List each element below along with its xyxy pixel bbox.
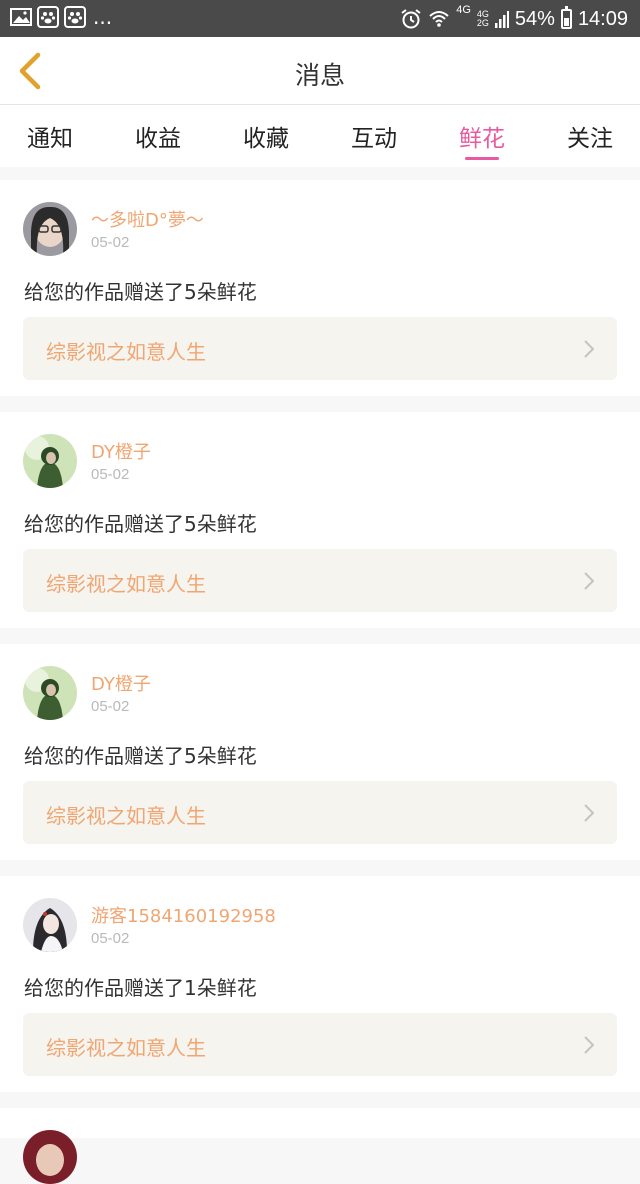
- work-title: 综影视之如意人生: [46, 572, 206, 596]
- more-notifications-indicator: ...: [93, 5, 113, 29]
- message-card: ～多啦D°夢～ 05-02 给您的作品赠送了5朵鲜花 综影视之如意人生: [0, 180, 640, 396]
- title-bar: 消息: [0, 37, 640, 105]
- tab-earnings[interactable]: 收益: [113, 119, 203, 153]
- message-card: DY橙子 05-02 给您的作品赠送了5朵鲜花 综影视之如意人生: [0, 644, 640, 860]
- message-card: 游客1584160192958 05-02 给您的作品赠送了1朵鲜花 综影视之如…: [0, 876, 640, 1092]
- avatar[interactable]: [23, 898, 77, 952]
- battery-percent: 54%: [514, 7, 555, 30]
- message-date: 05-02: [91, 234, 130, 251]
- work-title: 综影视之如意人生: [46, 804, 206, 828]
- message-date: 05-02: [91, 698, 130, 715]
- status-bar: ... 4G 4G 2G 54% 14:09: [0, 0, 640, 37]
- work-link[interactable]: 综影视之如意人生: [23, 317, 617, 380]
- signal-strength-icon: [494, 11, 509, 28]
- chevron-right-icon: [584, 804, 595, 822]
- message-text: 给您的作品赠送了5朵鲜花: [24, 280, 257, 304]
- message-date: 05-02: [91, 930, 130, 947]
- sender-name[interactable]: DY橙子: [91, 670, 151, 696]
- chevron-right-icon: [584, 340, 595, 358]
- network-4g-label: 4G: [456, 4, 471, 16]
- avatar[interactable]: [23, 666, 77, 720]
- message-text: 给您的作品赠送了5朵鲜花: [24, 744, 257, 768]
- tab-bar: 通知 收益 收藏 互动 鲜花 关注: [0, 105, 640, 167]
- work-title: 综影视之如意人生: [46, 340, 206, 364]
- work-link[interactable]: 综影视之如意人生: [23, 781, 617, 844]
- tab-notifications[interactable]: 通知: [5, 119, 95, 153]
- message-text: 给您的作品赠送了1朵鲜花: [24, 976, 257, 1000]
- tab-favorites[interactable]: 收藏: [221, 119, 311, 153]
- chevron-right-icon: [584, 572, 595, 590]
- paw-app-notification-icon: [37, 6, 59, 28]
- sender-name[interactable]: 游客1584160192958: [91, 902, 276, 928]
- dual-sim-network-indicator: 4G 2G: [477, 10, 489, 28]
- message-card: DY橙子 05-02 给您的作品赠送了5朵鲜花 综影视之如意人生: [0, 412, 640, 628]
- work-link[interactable]: 综影视之如意人生: [23, 1013, 617, 1076]
- work-link[interactable]: 综影视之如意人生: [23, 549, 617, 612]
- avatar[interactable]: [23, 202, 77, 256]
- image-notification-icon: [10, 8, 32, 26]
- message-text: 给您的作品赠送了5朵鲜花: [24, 512, 257, 536]
- sender-name[interactable]: DY橙子: [91, 438, 151, 464]
- wifi-icon: [429, 11, 449, 27]
- sender-name[interactable]: ～多啦D°夢～: [91, 206, 204, 232]
- battery-icon: [560, 6, 572, 29]
- work-title: 综影视之如意人生: [46, 1036, 206, 1060]
- page-title: 消息: [294, 61, 345, 90]
- clock: 14:09: [577, 7, 628, 30]
- message-card-partial: [0, 1108, 640, 1184]
- tab-following[interactable]: 关注: [545, 119, 635, 153]
- avatar[interactable]: [23, 434, 77, 488]
- paw-app-notification-icon-2: [64, 6, 86, 28]
- tab-interactions[interactable]: 互动: [329, 119, 419, 153]
- sim2-network-label: 2G: [476, 18, 489, 28]
- avatar[interactable]: [23, 1130, 77, 1184]
- active-tab-indicator: [465, 157, 499, 160]
- alarm-icon: [401, 9, 421, 29]
- tab-flowers[interactable]: 鲜花: [437, 119, 527, 153]
- message-date: 05-02: [91, 466, 130, 483]
- chevron-right-icon: [584, 1036, 595, 1054]
